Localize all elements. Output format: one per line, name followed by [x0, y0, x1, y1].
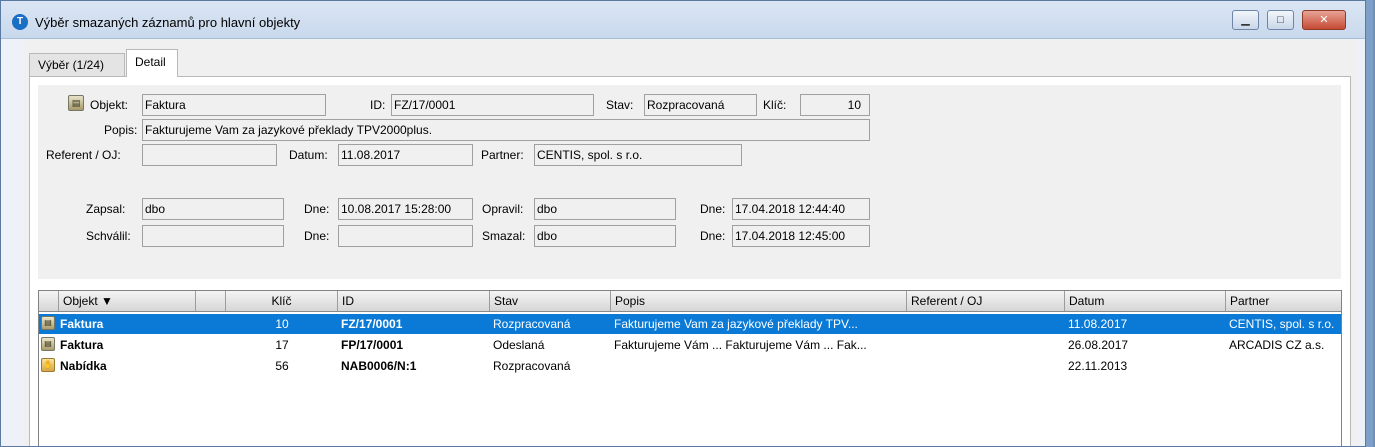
row-popis: [611, 356, 907, 376]
partner-label: Partner:: [481, 148, 524, 162]
col-header-partner[interactable]: Partner: [1226, 291, 1341, 311]
row-partner: ARCADIS CZ a.s.: [1229, 338, 1325, 352]
close-button[interactable]: ✕: [1302, 10, 1346, 30]
col-header-id[interactable]: ID: [338, 291, 490, 311]
col-header-icon[interactable]: [39, 291, 59, 311]
window-title: Výběr smazaných záznamů pro hlavní objek…: [35, 15, 301, 30]
partner-field[interactable]: CENTIS, spol. s r.o.: [534, 144, 742, 166]
opravil-label: Opravil:: [482, 202, 524, 216]
row-id: FZ/17/0001: [341, 317, 403, 331]
referent-label: Referent / OJ:: [46, 148, 121, 162]
smazal-field[interactable]: dbo: [534, 225, 676, 247]
datum-field[interactable]: 11.08.2017: [338, 144, 473, 166]
row-stav: Rozpracovaná: [493, 359, 571, 373]
schvalil-field[interactable]: [142, 225, 284, 247]
objekt-label: Objekt:: [90, 98, 129, 112]
col-header-popis[interactable]: Popis: [611, 291, 907, 311]
row-referent: [907, 356, 1065, 376]
opravil-field[interactable]: dbo: [534, 198, 676, 220]
row-objekt: Faktura: [60, 317, 104, 331]
klic-label: Klíč:: [763, 98, 787, 112]
records-grid[interactable]: Objekt ▼ Klíč ID Stav Popis Referent / O…: [38, 290, 1342, 446]
row-referent: [907, 335, 1065, 355]
document-icon: ▤: [41, 316, 55, 330]
row-popis: Fakturujeme Vam za jazykové překlady TPV…: [614, 317, 858, 331]
row-objekt: Nabídka: [60, 359, 107, 373]
row-partner: CENTIS, spol. s r.o.: [1229, 317, 1335, 331]
dialog-window: T Výběr smazaných záznamů pro hlavní obj…: [0, 0, 1366, 447]
table-row[interactable]: ✋ Nabídka 56 NAB0006/N:1 Rozpracovaná 22…: [39, 356, 1341, 376]
maximize-button[interactable]: □: [1267, 10, 1294, 30]
schvalil-dne-label: Dne:: [304, 229, 330, 243]
table-row[interactable]: ▤ Faktura 17 FP/17/0001 Odeslaná Fakturu…: [39, 335, 1341, 355]
row-popis: Fakturujeme Vám ... Fakturujeme Vám ... …: [614, 338, 867, 352]
row-datum: 22.11.2013: [1068, 359, 1128, 373]
row-klic: 10: [275, 317, 289, 331]
minimize-icon: ▁: [1241, 14, 1250, 26]
dialog-content: Výběr (1/24) Detail ▤ Objekt: Faktura ID…: [23, 39, 1358, 446]
schvalil-label: Schválil:: [86, 229, 131, 243]
desktop-edge: [1366, 0, 1373, 447]
stav-label: Stav:: [606, 98, 634, 112]
row-datum: 11.08.2017: [1068, 317, 1128, 331]
referent-field[interactable]: [142, 144, 277, 166]
datum-label: Datum:: [289, 148, 328, 162]
opravil-dne-label: Dne:: [700, 202, 726, 216]
stav-field[interactable]: Rozpracovaná: [644, 94, 757, 116]
id-label: ID:: [370, 98, 386, 112]
document-icon: ▤: [41, 337, 55, 351]
row-id: NAB0006/N:1: [341, 359, 417, 373]
table-row[interactable]: ▤ Faktura 10 FZ/17/0001 Rozpracovaná Fak…: [39, 314, 1341, 334]
detail-form: ▤ Objekt: Faktura ID: FZ/17/0001 Stav: R…: [38, 85, 1341, 279]
objekt-field[interactable]: Faktura: [142, 94, 326, 116]
maximize-icon: □: [1277, 14, 1284, 26]
popis-field[interactable]: Fakturujeme Vam za jazykové překlady TPV…: [142, 119, 870, 141]
col-header-blank[interactable]: [196, 291, 226, 311]
zapsal-label: Zapsal:: [86, 202, 126, 216]
schvalil-dne-field[interactable]: [338, 225, 473, 247]
offer-hand-icon: ✋: [41, 358, 55, 372]
id-field[interactable]: FZ/17/0001: [391, 94, 594, 116]
row-stav: Rozpracovaná: [493, 317, 571, 331]
row-klic: 56: [275, 359, 289, 373]
zapsal-field[interactable]: dbo: [142, 198, 284, 220]
title-bar[interactable]: T Výběr smazaných záznamů pro hlavní obj…: [1, 1, 1365, 39]
close-icon: ✕: [1319, 14, 1329, 26]
col-header-klic[interactable]: Klíč: [226, 291, 338, 311]
col-header-objekt[interactable]: Objekt ▼: [59, 291, 196, 311]
tab-detail[interactable]: Detail: [126, 49, 178, 77]
klic-field[interactable]: 10: [800, 94, 870, 116]
app-logo-icon: T: [12, 14, 28, 30]
grid-header: Objekt ▼ Klíč ID Stav Popis Referent / O…: [39, 291, 1341, 312]
smazal-dne-label: Dne:: [700, 229, 726, 243]
smazal-dne-field[interactable]: 17.04.2018 12:45:00: [732, 225, 870, 247]
row-datum: 26.08.2017: [1068, 338, 1129, 352]
row-partner: [1226, 356, 1341, 376]
zapsal-dne-label: Dne:: [304, 202, 330, 216]
zapsal-dne-field[interactable]: 10.08.2017 15:28:00: [338, 198, 473, 220]
row-id: FP/17/0001: [341, 338, 404, 352]
row-referent: [907, 314, 1065, 334]
detail-panel: ▤ Objekt: Faktura ID: FZ/17/0001 Stav: R…: [29, 76, 1351, 446]
col-header-datum[interactable]: Datum: [1065, 291, 1226, 311]
opravil-dne-field[interactable]: 17.04.2018 12:44:40: [732, 198, 870, 220]
document-icon: ▤: [68, 95, 84, 111]
minimize-button[interactable]: ▁: [1232, 10, 1259, 30]
col-header-referent[interactable]: Referent / OJ: [907, 291, 1065, 311]
col-header-stav[interactable]: Stav: [490, 291, 611, 311]
row-objekt: Faktura: [60, 338, 104, 352]
row-klic: 17: [275, 338, 289, 352]
row-stav: Odeslaná: [493, 338, 545, 352]
tab-vyber[interactable]: Výběr (1/24): [29, 53, 125, 76]
popis-label: Popis:: [104, 123, 138, 137]
smazal-label: Smazal:: [482, 229, 526, 243]
